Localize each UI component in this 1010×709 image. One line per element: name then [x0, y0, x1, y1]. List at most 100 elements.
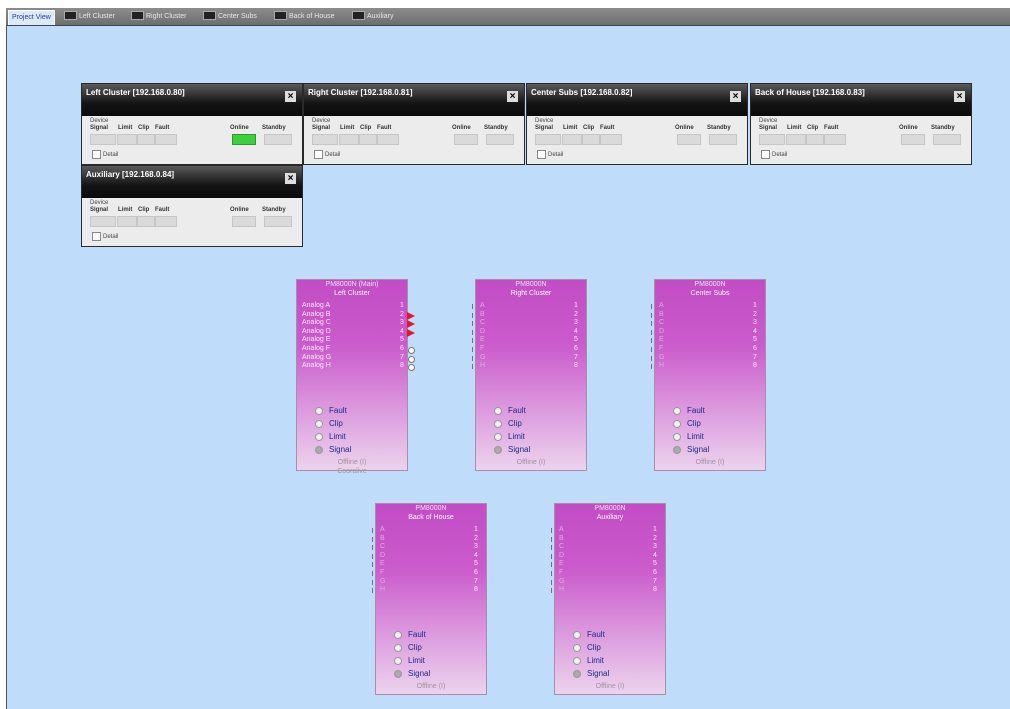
panel-header[interactable]: Auxiliary [192.168.0.84] × [82, 166, 302, 198]
input-connector[interactable] [551, 528, 552, 533]
output-channel[interactable]: 6 [574, 345, 578, 352]
tab-center-subs[interactable]: Center Subs [203, 9, 257, 24]
input-connector[interactable] [372, 545, 373, 551]
input-connector[interactable] [472, 312, 473, 318]
output-channel[interactable]: 8 [653, 586, 657, 593]
output-channel[interactable]: 7 [474, 578, 478, 585]
output-channel[interactable]: 3 [653, 543, 657, 550]
tab-project-view[interactable]: Project View [8, 10, 55, 25]
output-channel[interactable]: 4 [400, 328, 404, 335]
input-channel[interactable]: F [559, 569, 563, 576]
input-channel[interactable]: D [480, 328, 485, 335]
output-channel[interactable]: 2 [753, 311, 757, 318]
input-connector[interactable] [651, 364, 652, 370]
close-icon[interactable]: × [285, 173, 296, 184]
output-channel[interactable]: 4 [653, 552, 657, 559]
input-channel[interactable]: G [380, 578, 385, 585]
input-channel[interactable]: Analog F [302, 345, 330, 352]
output-channel[interactable]: 4 [574, 328, 578, 335]
output-channel[interactable]: 5 [400, 336, 404, 343]
input-channel[interactable]: G [559, 578, 564, 585]
panel-header[interactable]: Right Cluster [192.168.0.81] × [304, 84, 524, 116]
panel-header[interactable]: Back of House [192.168.0.83] × [751, 84, 971, 116]
input-channel[interactable]: H [659, 362, 664, 369]
input-connector[interactable] [551, 553, 552, 559]
tab-right-cluster[interactable]: Right Cluster [131, 9, 186, 24]
close-icon[interactable]: × [285, 91, 296, 102]
output-channel[interactable]: 7 [653, 578, 657, 585]
output-channel[interactable]: 8 [753, 362, 757, 369]
output-arrow-icon[interactable] [407, 320, 415, 329]
output-channel[interactable]: 3 [753, 319, 757, 326]
input-connector[interactable] [651, 338, 652, 344]
input-connector[interactable] [651, 321, 652, 327]
output-channel[interactable]: 3 [574, 319, 578, 326]
input-channel[interactable]: B [480, 311, 485, 318]
output-channel[interactable]: 2 [574, 311, 578, 318]
input-channel[interactable]: A [380, 526, 385, 533]
input-connector[interactable] [551, 536, 552, 542]
output-pin-icon[interactable] [408, 364, 415, 372]
output-channel[interactable]: 6 [653, 569, 657, 576]
input-channel[interactable]: D [380, 552, 385, 559]
input-channel[interactable]: Analog G [302, 354, 331, 361]
close-icon[interactable]: × [730, 91, 741, 102]
detail-checkbox[interactable]: Detail [92, 150, 118, 159]
input-connector[interactable] [472, 364, 473, 370]
output-channel[interactable]: 8 [474, 586, 478, 593]
output-channel[interactable]: 6 [400, 345, 404, 352]
input-channel[interactable]: Analog B [302, 311, 330, 318]
input-connector[interactable] [551, 579, 552, 585]
input-connector[interactable] [372, 553, 373, 559]
output-channel[interactable]: 3 [400, 319, 404, 326]
detail-checkbox[interactable]: Detail [314, 150, 340, 159]
input-channel[interactable]: G [480, 354, 485, 361]
input-channel[interactable]: E [659, 336, 664, 343]
output-channel[interactable]: 6 [753, 345, 757, 352]
output-channel[interactable]: 7 [753, 354, 757, 361]
output-channel[interactable]: 4 [753, 328, 757, 335]
input-connector[interactable] [372, 536, 373, 542]
input-connector[interactable] [551, 562, 552, 568]
output-arrow-icon[interactable] [407, 328, 415, 337]
input-channel[interactable]: B [559, 535, 564, 542]
output-pin-icon[interactable] [408, 347, 415, 354]
input-connector[interactable] [472, 355, 473, 361]
panel-header[interactable]: Left Cluster [192.168.0.80] × [82, 84, 302, 116]
output-channel[interactable]: 1 [753, 302, 757, 309]
output-channel[interactable]: 5 [574, 336, 578, 343]
input-channel[interactable]: C [480, 319, 485, 326]
output-channel[interactable]: 1 [400, 302, 404, 309]
output-channel[interactable]: 2 [474, 535, 478, 542]
input-channel[interactable]: F [659, 345, 663, 352]
input-channel[interactable]: E [380, 560, 385, 567]
input-connector[interactable] [651, 347, 652, 352]
panel-header[interactable]: Center Subs [192.168.0.82] × [527, 84, 747, 116]
amplifier-block[interactable]: PM8000N Center Subs A 1 B 2 C 3 D 4 E 5 F 6 G 7 H 8 Fault… [651, 279, 766, 471]
input-connector[interactable] [551, 545, 552, 551]
input-connector[interactable] [651, 355, 652, 361]
output-channel[interactable]: 3 [474, 543, 478, 550]
input-channel[interactable]: D [559, 552, 564, 559]
input-channel[interactable]: B [659, 311, 664, 318]
tab-back-of-house[interactable]: Back of House [274, 9, 335, 24]
output-channel[interactable]: 6 [474, 569, 478, 576]
input-channel[interactable]: Analog E [302, 336, 330, 343]
input-channel[interactable]: C [659, 319, 664, 326]
input-channel[interactable]: Analog A [302, 302, 330, 309]
output-channel[interactable]: 5 [474, 560, 478, 567]
output-channel[interactable]: 8 [400, 362, 404, 369]
input-connector[interactable] [472, 329, 473, 335]
output-channel[interactable]: 2 [653, 535, 657, 542]
detail-checkbox[interactable]: Detail [92, 232, 118, 241]
input-channel[interactable]: A [480, 302, 485, 309]
output-channel[interactable]: 1 [653, 526, 657, 533]
input-connector[interactable] [651, 304, 652, 309]
input-channel[interactable]: Analog D [302, 328, 331, 335]
input-channel[interactable]: E [480, 336, 485, 343]
tab-left-cluster[interactable]: Left Cluster [64, 9, 115, 24]
close-icon[interactable]: × [507, 91, 518, 102]
input-channel[interactable]: Analog H [302, 362, 331, 369]
input-channel[interactable]: F [480, 345, 484, 352]
input-connector[interactable] [651, 329, 652, 335]
